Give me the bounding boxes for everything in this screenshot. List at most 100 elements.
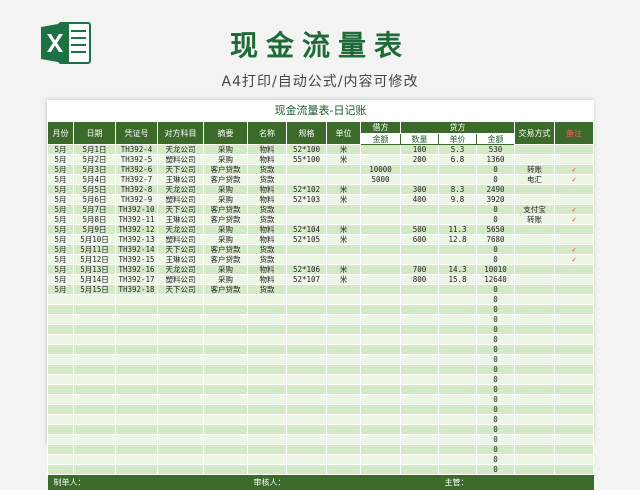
table-cell[interactable]: 货款 — [248, 245, 287, 255]
table-cell[interactable]: 12.8 — [439, 235, 477, 245]
table-cell[interactable] — [327, 355, 361, 365]
table-cell[interactable]: 0 — [477, 385, 515, 395]
table-cell[interactable] — [116, 305, 158, 315]
table-cell[interactable] — [116, 395, 158, 405]
table-cell[interactable] — [116, 445, 158, 455]
table-cell[interactable] — [515, 315, 555, 325]
table-cell[interactable]: 米 — [327, 275, 361, 285]
table-cell[interactable]: 5月 — [48, 265, 74, 275]
table-cell[interactable]: 14.3 — [439, 265, 477, 275]
table-cell[interactable] — [48, 465, 74, 475]
table-cell[interactable]: 5月4日 — [74, 175, 116, 185]
table-cell[interactable]: 700 — [401, 265, 439, 275]
table-cell[interactable] — [515, 275, 555, 285]
check-mark-icon[interactable] — [555, 145, 594, 155]
table-cell[interactable] — [204, 365, 248, 375]
table-cell[interactable] — [287, 455, 327, 465]
table-cell[interactable] — [401, 205, 439, 215]
table-cell[interactable] — [361, 415, 401, 425]
table-cell[interactable] — [48, 395, 74, 405]
table-cell[interactable] — [248, 435, 287, 445]
table-cell[interactable]: 3920 — [477, 195, 515, 205]
table-cell[interactable]: 天龙公司 — [158, 185, 204, 195]
table-cell[interactable] — [555, 465, 594, 475]
table-cell[interactable] — [361, 355, 401, 365]
table-cell[interactable] — [74, 305, 116, 315]
table-cell[interactable] — [48, 385, 74, 395]
table-cell[interactable]: 物料 — [248, 145, 287, 155]
table-cell[interactable] — [48, 365, 74, 375]
table-cell[interactable]: 52*106 — [287, 265, 327, 275]
table-cell[interactable] — [555, 395, 594, 405]
table-cell[interactable] — [327, 465, 361, 475]
table-cell[interactable] — [204, 315, 248, 325]
table-cell[interactable] — [74, 335, 116, 345]
table-cell[interactable]: 货款 — [248, 285, 287, 295]
table-cell[interactable]: 天下公司 — [158, 285, 204, 295]
table-cell[interactable] — [48, 445, 74, 455]
table-cell[interactable] — [158, 405, 204, 415]
table-cell[interactable]: 采购 — [204, 235, 248, 245]
table-cell[interactable]: 52*103 — [287, 195, 327, 205]
table-cell[interactable]: 0 — [477, 455, 515, 465]
table-cell[interactable] — [327, 415, 361, 425]
check-mark-icon[interactable]: ✓ — [555, 245, 594, 255]
table-cell[interactable] — [204, 385, 248, 395]
table-cell[interactable] — [439, 215, 477, 225]
table-cell[interactable] — [116, 385, 158, 395]
table-cell[interactable] — [287, 405, 327, 415]
table-cell[interactable] — [287, 385, 327, 395]
table-cell[interactable] — [74, 415, 116, 425]
table-cell[interactable]: 米 — [327, 235, 361, 245]
table-cell[interactable] — [287, 325, 327, 335]
check-mark-icon[interactable]: ✓ — [555, 165, 594, 175]
table-cell[interactable] — [158, 365, 204, 375]
table-cell[interactable] — [327, 295, 361, 305]
table-cell[interactable] — [515, 195, 555, 205]
table-cell[interactable] — [361, 335, 401, 345]
table-cell[interactable]: 500 — [401, 225, 439, 235]
table-cell[interactable] — [74, 355, 116, 365]
table-cell[interactable] — [361, 225, 401, 235]
table-cell[interactable]: 物料 — [248, 185, 287, 195]
table-cell[interactable]: 0 — [477, 415, 515, 425]
table-cell[interactable] — [204, 355, 248, 365]
table-cell[interactable] — [515, 365, 555, 375]
table-cell[interactable]: 0 — [477, 345, 515, 355]
table-cell[interactable]: 天下公司 — [158, 245, 204, 255]
table-cell[interactable]: 0 — [477, 245, 515, 255]
table-cell[interactable] — [74, 365, 116, 375]
table-cell[interactable]: 客户贷款 — [204, 245, 248, 255]
table-cell[interactable] — [327, 255, 361, 265]
table-cell[interactable] — [327, 405, 361, 415]
table-cell[interactable] — [515, 325, 555, 335]
table-cell[interactable] — [248, 295, 287, 305]
table-cell[interactable] — [48, 345, 74, 355]
table-cell[interactable] — [439, 395, 477, 405]
table-cell[interactable] — [48, 305, 74, 315]
table-cell[interactable]: 55*100 — [287, 155, 327, 165]
table-cell[interactable] — [401, 255, 439, 265]
table-cell[interactable] — [248, 315, 287, 325]
table-cell[interactable] — [361, 375, 401, 385]
table-cell[interactable]: 米 — [327, 185, 361, 195]
table-cell[interactable] — [439, 385, 477, 395]
table-cell[interactable] — [515, 305, 555, 315]
table-cell[interactable]: TH392-18 — [116, 285, 158, 295]
table-cell[interactable] — [555, 415, 594, 425]
table-cell[interactable] — [361, 395, 401, 405]
table-cell[interactable] — [361, 445, 401, 455]
table-cell[interactable] — [401, 245, 439, 255]
table-cell[interactable]: 5650 — [477, 225, 515, 235]
table-cell[interactable]: 5月 — [48, 245, 74, 255]
table-cell[interactable] — [361, 185, 401, 195]
table-cell[interactable] — [401, 305, 439, 315]
table-cell[interactable]: 5月14日 — [74, 275, 116, 285]
table-cell[interactable] — [248, 365, 287, 375]
table-cell[interactable] — [74, 445, 116, 455]
table-cell[interactable] — [116, 455, 158, 465]
table-cell[interactable]: 5月 — [48, 145, 74, 155]
table-cell[interactable] — [401, 315, 439, 325]
table-cell[interactable] — [158, 375, 204, 385]
table-cell[interactable]: 5月 — [48, 185, 74, 195]
